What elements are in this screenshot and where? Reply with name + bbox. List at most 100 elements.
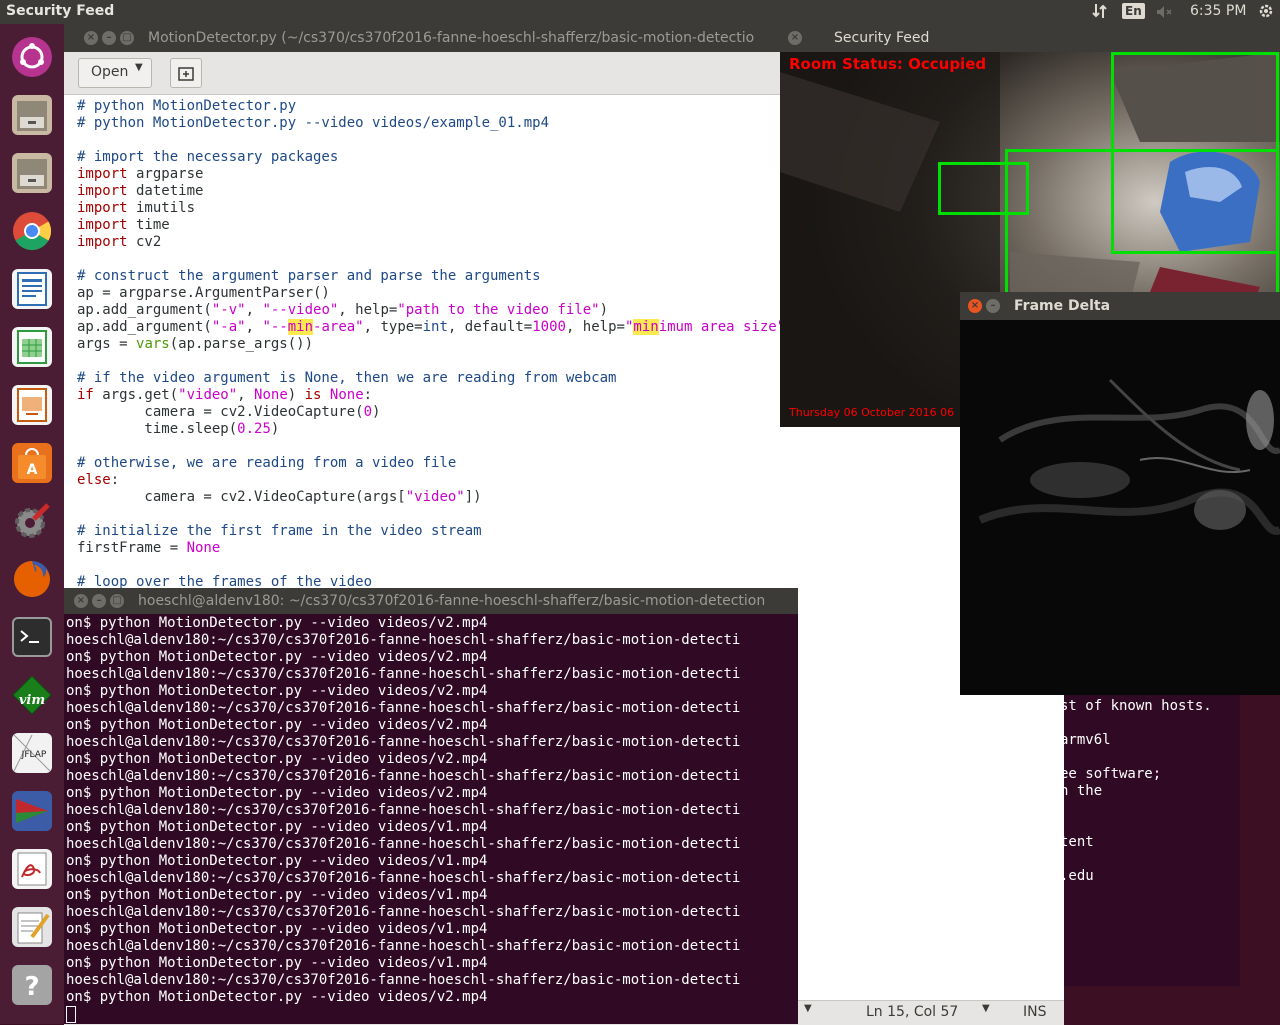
svg-text:A: A [27,462,38,478]
code-token: imutils [127,200,196,216]
terminal-output[interactable]: on$ python MotionDetector.py --video vid… [66,615,796,1023]
code-token: ) [270,421,280,437]
code-token: # python MotionDetector.py [77,98,297,114]
open-label: Open [91,64,129,80]
vim-launcher[interactable]: vim [7,670,57,720]
timestamp-overlay: Thursday 06 October 2016 06 [789,406,955,419]
close-icon[interactable]: × [74,594,88,608]
bg-term-line: ee software; [1060,766,1162,782]
impress-launcher[interactable] [7,380,57,430]
terminal-line: hoeschl@aldenv180:~/cs370/cs370f2016-fan… [66,802,741,818]
vim-label: vim [19,693,45,708]
help-launcher[interactable]: ? [7,960,57,1010]
code-token: "-- [262,319,288,335]
terminal-prompt-line [66,1006,796,1023]
software-center-launcher[interactable]: A [7,438,57,488]
code-token: # python MotionDetector.py --video video… [77,115,550,131]
code-token: (ap.parse_args()) [169,336,314,352]
code-token: args = [77,336,137,352]
text-editor-launcher[interactable] [7,902,57,952]
code-token: ]) [464,489,482,505]
security-feed-titlebar[interactable]: × Security Feed [780,24,1280,52]
open-button[interactable]: Open ▼ [78,58,152,88]
vim-icon: vim [12,675,52,715]
terminal-line: on$ python MotionDetector.py --video vid… [66,989,488,1005]
terminal-launcher[interactable] [7,612,57,662]
chrome-launcher[interactable] [7,206,57,256]
dash-button[interactable] [7,32,57,82]
close-icon[interactable]: × [84,31,98,45]
code-token: argparse [127,166,204,182]
network-arrows-icon[interactable] [1091,2,1109,24]
firefox-launcher[interactable] [7,554,57,604]
code-token: cv2 [127,234,162,250]
bg-term-line: .edu [1060,868,1094,884]
power-gear-icon[interactable] [1257,2,1275,24]
new-document-button[interactable] [170,58,202,88]
code-line: # if the video argument is None, then we… [77,370,616,387]
terminal-cursor [66,1006,76,1023]
launcher: A vim JFLAP ? [0,24,64,1024]
cursor-position[interactable]: Ln 15, Col 57 [866,1004,958,1020]
files-launcher-2[interactable] [7,148,57,198]
code-line: else: [77,472,119,489]
code-token: "-a" [211,319,246,335]
terminal-window: × – □ hoeschl@aldenv180: ~/cs370/cs370f201… [64,588,798,1024]
code-token: # if the video argument is None, then we… [77,370,617,386]
code-line: import argparse [77,166,203,183]
code-token: time.sleep( [77,421,238,437]
keyboard-layout-indicator[interactable]: En [1122,3,1145,19]
app-launcher-red[interactable] [7,786,57,836]
calc-launcher[interactable] [7,322,57,372]
terminal-line: hoeschl@aldenv180:~/cs370/cs370f2016-fan… [66,666,741,682]
code-token: 1000 [532,319,566,335]
code-token: None [186,540,221,556]
code-token: import [77,217,128,233]
code-token: ) [287,387,305,403]
terminal-titlebar[interactable]: × – □ hoeschl@aldenv180: ~/cs370/cs370f201… [64,588,798,614]
bg-term-line: armv6l [1060,732,1111,748]
close-icon[interactable]: × [788,31,802,45]
code-token: ) [599,302,609,318]
pdf-viewer-launcher[interactable] [7,844,57,894]
frame-delta-image [960,320,1280,695]
jflap-launcher[interactable]: JFLAP [7,728,57,778]
code-token: , default= [447,319,533,335]
maximize-icon[interactable]: □ [120,31,134,45]
writer-launcher[interactable] [7,264,57,314]
files-launcher[interactable] [7,90,57,140]
terminal-line: hoeschl@aldenv180:~/cs370/cs370f2016-fan… [66,836,741,852]
code-token: else [77,472,111,488]
presentation-icon [12,385,52,425]
code-token: None [329,387,364,403]
code-token: "video" [405,489,465,505]
code-token: , [245,319,263,335]
code-line: # initialize the first frame in the vide… [77,523,482,540]
code-token: 0.25 [237,421,271,437]
minimize-icon[interactable]: – [102,31,116,45]
new-tab-icon [178,67,194,81]
chrome-icon [12,211,52,251]
terminal-line: on$ python MotionDetector.py --video vid… [66,853,488,869]
frame-delta-titlebar[interactable]: × – Frame Delta [960,292,1280,320]
clock[interactable]: 6:35 PM [1190,3,1246,19]
code-token: imum area size") [658,319,794,335]
chevron-down-icon[interactable]: ▼ [804,1003,812,1014]
ubuntu-logo-icon [12,37,52,77]
code-token: , help= [338,302,398,318]
chevron-down-icon[interactable]: ▼ [982,1003,990,1014]
maximize-icon[interactable]: □ [110,594,124,608]
minimize-icon[interactable]: – [92,594,106,608]
code-token: is [304,387,322,403]
system-settings-launcher[interactable] [7,496,57,546]
code-token: "--video" [262,302,339,318]
code-token: min [633,319,659,335]
terminal-line: on$ python MotionDetector.py --video vid… [66,717,488,733]
volume-muted-icon[interactable] [1155,3,1173,25]
code-token: ap = argparse.ArgumentParser() [77,285,330,301]
minimize-icon[interactable]: – [986,299,1000,313]
close-icon[interactable]: × [968,299,982,313]
code-line: ap.add_argument("-a", "--min-area", type… [77,319,794,336]
code-token: ap.add_argument( [77,302,212,318]
red-flag-app-icon [12,791,52,831]
